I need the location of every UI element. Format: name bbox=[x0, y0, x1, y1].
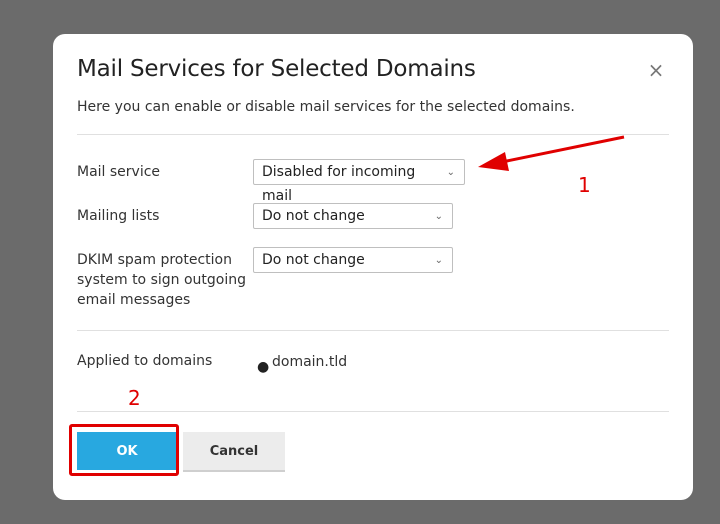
mailing-lists-label: Mailing lists bbox=[77, 208, 160, 224]
divider bbox=[77, 411, 669, 412]
mailing-lists-select[interactable]: Do not change ⌄ bbox=[253, 203, 453, 229]
bullet-icon: ● bbox=[257, 359, 270, 375]
chevron-down-icon: ⌄ bbox=[446, 167, 455, 178]
dkim-label: DKIM spam protection system to sign outg… bbox=[77, 252, 246, 308]
mailing-lists-value: Do not change bbox=[262, 208, 365, 224]
mail-services-dialog: Mail Services for Selected Domains × Her… bbox=[53, 34, 693, 500]
dialog-title: Mail Services for Selected Domains bbox=[77, 56, 476, 82]
applied-to-domains-label: Applied to domains bbox=[77, 353, 213, 369]
mail-service-value: Disabled for incoming mail bbox=[262, 164, 416, 204]
chevron-down-icon: ⌄ bbox=[434, 255, 443, 266]
domain-list-item: domain.tld bbox=[272, 354, 348, 370]
mail-service-label: Mail service bbox=[77, 164, 161, 180]
dialog-description: Here you can enable or disable mail serv… bbox=[77, 99, 575, 115]
close-icon[interactable]: × bbox=[646, 60, 666, 80]
divider bbox=[77, 134, 669, 135]
mail-service-select[interactable]: Disabled for incoming mail ⌄ bbox=[253, 159, 465, 204]
cancel-button[interactable]: Cancel bbox=[183, 432, 285, 472]
dkim-value: Do not change bbox=[262, 252, 365, 268]
ok-button[interactable]: OK bbox=[77, 432, 177, 470]
chevron-down-icon: ⌄ bbox=[434, 211, 443, 222]
divider bbox=[77, 330, 669, 331]
annotation-number-1: 1 bbox=[578, 173, 591, 197]
annotation-number-2: 2 bbox=[128, 386, 141, 410]
dkim-select[interactable]: Do not change ⌄ bbox=[253, 247, 453, 273]
